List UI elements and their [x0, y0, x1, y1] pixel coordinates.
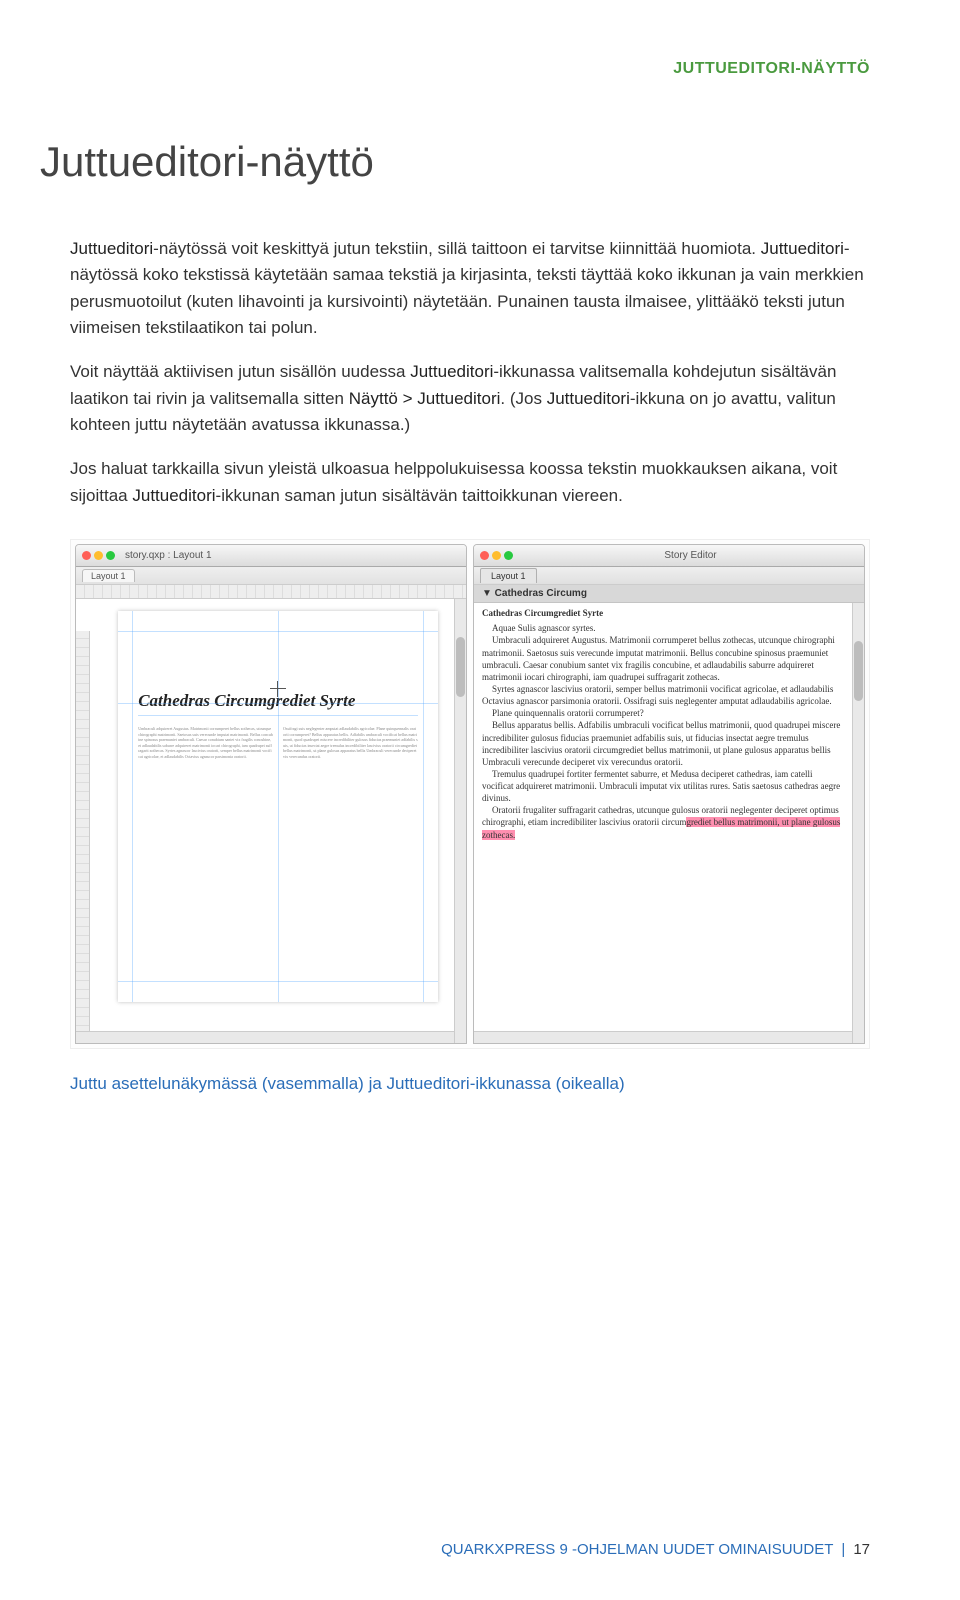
term-juttueditori: Juttueditori [70, 239, 153, 258]
minimize-icon[interactable] [94, 551, 103, 560]
story-line: Syrtes agnascor lascivius oratorii, semp… [482, 683, 844, 707]
close-icon[interactable] [480, 551, 489, 560]
guide [423, 611, 424, 1002]
scrollbar-thumb[interactable] [456, 637, 465, 697]
menu-path: Näyttö > Juttueditori [349, 389, 501, 408]
window-title: story.qxp : Layout 1 [125, 550, 212, 561]
guide [132, 611, 133, 1002]
footer-separator: | [841, 1541, 845, 1558]
paragraph-1: Juttueditori-näytössä voit keskittyä jut… [70, 236, 870, 341]
layout-canvas[interactable]: Cathedras Circumgrediet Syrte Umbraculi … [76, 599, 466, 1043]
window-controls [82, 551, 115, 560]
story-text[interactable]: Cathedras Circumgrediet Syrte Aquae Suli… [474, 603, 852, 845]
term-juttueditori: Juttueditori [410, 362, 493, 381]
story-section-header[interactable]: ▼ Cathedras Circumg [474, 585, 864, 603]
story-editor-window: Story Editor Layout 1 ▼ Cathedras Circum… [473, 544, 865, 1044]
layout-window: story.qxp : Layout 1 Layout 1 Cathedras … [75, 544, 467, 1044]
horizontal-scrollbar[interactable] [76, 1031, 454, 1043]
tab-bar: Layout 1 [76, 567, 466, 585]
guide [278, 611, 279, 1002]
guide [118, 631, 438, 632]
paragraph-3: Jos haluat tarkkailla sivun yleistä ulko… [70, 456, 870, 509]
minimize-icon[interactable] [492, 551, 501, 560]
tab-layout1[interactable]: Layout 1 [82, 569, 135, 582]
story-line: Tremulus quadrupei fortiter fermentet sa… [482, 768, 844, 804]
column-1: Umbraculi adquireret Augustus. Matrimoni… [138, 726, 273, 760]
horizontal-ruler [76, 585, 466, 599]
figure-caption: Juttu asettelunäkymässä (vasemmalla) ja … [70, 1074, 870, 1094]
window-titlebar: Story Editor [474, 545, 864, 567]
story-headline: Cathedras Circumgrediet Syrte [482, 607, 844, 619]
column-2: Ossifragi suis neglegenter amputat adlau… [283, 726, 418, 760]
window-title: Story Editor [523, 550, 858, 561]
tab-layout1[interactable]: Layout 1 [480, 568, 537, 583]
layout-page: Cathedras Circumgrediet Syrte Umbraculi … [118, 611, 438, 1002]
zoom-icon[interactable] [106, 551, 115, 560]
page-title: Juttueditori-näyttö [40, 138, 870, 186]
zoom-icon[interactable] [504, 551, 513, 560]
footer-text: QUARKXPRESS 9 -OHJELMAN UUDET OMINAISUUD… [441, 1541, 833, 1558]
guide [118, 703, 438, 704]
guide [118, 981, 438, 982]
scrollbar-thumb[interactable] [854, 641, 863, 701]
paragraph-2: Voit näyttää aktiivisen jutun sisällön u… [70, 359, 870, 438]
story-line: Plane quinquennalis oratorii corrumperet… [482, 707, 844, 719]
window-controls [480, 551, 513, 560]
page-number: 17 [853, 1541, 870, 1558]
term-juttueditori: Juttueditori [547, 389, 630, 408]
close-icon[interactable] [82, 551, 91, 560]
vertical-scrollbar[interactable] [852, 603, 864, 1043]
story-line: Aquae Sulis agnascor syrtes. [482, 622, 844, 634]
story-line: Umbraculi adquireret Augustus. Matrimoni… [482, 634, 844, 683]
story-line: Oratorii frugaliter suffragarit cathedra… [482, 804, 844, 840]
story-line: Bellus apparatus bellis. Adfabilis umbra… [482, 719, 844, 768]
tab-bar: Layout 1 [474, 567, 864, 585]
term-juttueditori: Juttueditori [132, 486, 215, 505]
term-juttueditori: Juttueditori [387, 1074, 470, 1093]
body-text: Juttueditori-näytössä voit keskittyä jut… [70, 236, 870, 509]
vertical-scrollbar[interactable] [454, 599, 466, 1043]
horizontal-scrollbar[interactable] [474, 1031, 852, 1043]
page-footer: QUARKXPRESS 9 -OHJELMAN UUDET OMINAISUUD… [441, 1541, 870, 1558]
story-body-area[interactable]: Cathedras Circumgrediet Syrte Aquae Suli… [474, 603, 864, 1043]
screenshot-figure: story.qxp : Layout 1 Layout 1 Cathedras … [70, 539, 870, 1049]
crosshair-icon [270, 681, 286, 697]
section-header: JUTTUEDITORI-NÄYTTÖ [70, 60, 870, 78]
term-juttueditori: Juttueditori [761, 239, 844, 258]
vertical-ruler [76, 631, 90, 1043]
window-titlebar: story.qxp : Layout 1 [76, 545, 466, 567]
